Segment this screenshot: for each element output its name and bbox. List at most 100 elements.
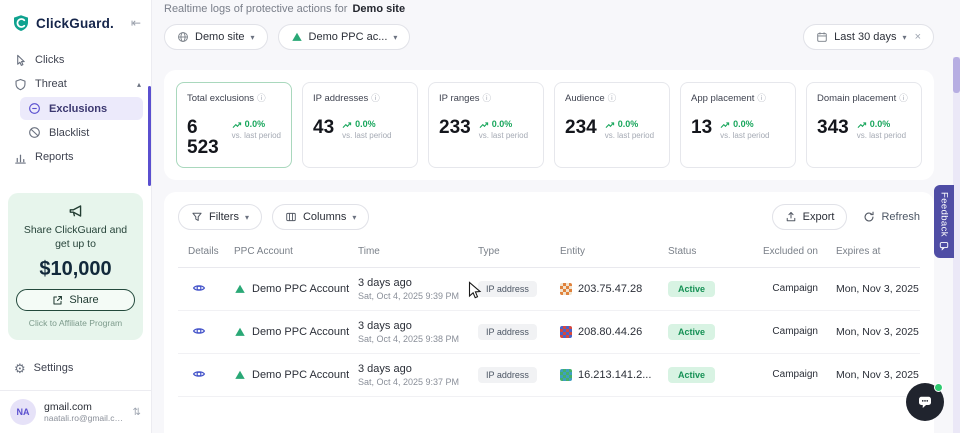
table-header: Details PPC Account Time Type Entity Sta… xyxy=(178,246,920,268)
page-subtitle: Realtime logs of protective actions for … xyxy=(164,0,934,15)
sidebar-item-reports[interactable]: Reports xyxy=(0,145,151,169)
ppc-account-cell: Demo PPC Account xyxy=(224,283,348,295)
sidebar-nav: Clicks Threat ▴ Exclusions Blacklist xyxy=(0,48,151,169)
stat-card[interactable]: IP ranges ⓘ 233 0.0% vs. last period xyxy=(428,82,544,168)
stat-trend: 0.0% vs. last period xyxy=(605,118,654,140)
shield-icon xyxy=(14,78,27,91)
ppc-account-icon xyxy=(234,283,246,295)
table-row: Demo PPC Account 3 days ago Sat, Oct 4, … xyxy=(178,311,920,354)
status-cell: Active xyxy=(658,281,748,297)
info-icon[interactable]: ⓘ xyxy=(757,92,766,104)
nav-label-clicks: Clicks xyxy=(35,54,64,66)
type-cell: IP address xyxy=(468,324,550,340)
stat-card[interactable]: Total exclusions ⓘ 6 523 0.0% vs. last p… xyxy=(176,82,292,168)
date-range-label: Last 30 days xyxy=(834,31,896,43)
stat-label-row: IP ranges ⓘ xyxy=(439,92,533,104)
time-relative: 3 days ago xyxy=(358,363,468,375)
filters-label: Filters xyxy=(209,211,239,223)
time-exact: Sat, Oct 4, 2025 9:39 PM xyxy=(358,291,468,301)
info-icon[interactable]: ⓘ xyxy=(371,92,380,104)
stat-card[interactable]: Domain placement ⓘ 343 0.0% vs. last per… xyxy=(806,82,922,168)
stat-value-row: 43 0.0% vs. last period xyxy=(313,118,407,140)
stat-change: 0.0% xyxy=(857,119,906,129)
logo-row: ClickGuard. ⇤ xyxy=(0,0,151,40)
logs-table-card: Filters ▾ Columns ▾ Export xyxy=(164,192,934,433)
ppc-account-icon xyxy=(291,31,303,43)
stat-value-row: 233 0.0% vs. last period xyxy=(439,118,533,140)
trend-up-icon xyxy=(720,120,730,129)
stat-trend: 0.0% vs. last period xyxy=(857,118,906,140)
sidebar-item-blacklist[interactable]: Blacklist xyxy=(20,121,143,144)
sidebar-item-threat[interactable]: Threat ▴ xyxy=(0,72,151,96)
view-details-button[interactable] xyxy=(190,365,208,383)
stat-card[interactable]: IP addresses ⓘ 43 0.0% vs. last period xyxy=(302,82,418,168)
export-icon xyxy=(785,211,797,223)
time-exact: Sat, Oct 4, 2025 9:38 PM xyxy=(358,334,468,344)
stat-change: 0.0% xyxy=(605,119,654,129)
affiliate-program-link[interactable]: Click to Affiliate Program xyxy=(16,318,135,328)
nav-label-threat: Threat xyxy=(35,78,67,90)
sidebar: ClickGuard. ⇤ Clicks Threat ▴ xyxy=(0,0,152,433)
info-icon[interactable]: ⓘ xyxy=(608,92,617,104)
refresh-button[interactable]: Refresh xyxy=(863,211,920,223)
time-relative: 3 days ago xyxy=(358,320,468,332)
stat-change: 0.0% xyxy=(232,119,281,129)
view-details-button[interactable] xyxy=(190,279,208,297)
details-cell xyxy=(178,279,224,298)
stat-label: Total exclusions xyxy=(187,93,254,104)
stat-card[interactable]: Audience ⓘ 234 0.0% vs. last period xyxy=(554,82,670,168)
stat-card[interactable]: App placement ⓘ 13 0.0% vs. last period xyxy=(680,82,796,168)
chevron-down-icon: ▾ xyxy=(251,33,255,42)
export-button[interactable]: Export xyxy=(772,204,848,230)
affiliate-promo-card: Share ClickGuard and get up to $10,000 S… xyxy=(8,193,143,340)
sidebar-item-exclusions[interactable]: Exclusions xyxy=(20,97,143,120)
time-relative: 3 days ago xyxy=(358,277,468,289)
trend-up-icon xyxy=(232,120,242,129)
sidebar-item-clicks[interactable]: Clicks xyxy=(0,48,151,72)
chat-widget-button[interactable] xyxy=(906,383,944,421)
stat-label: Audience xyxy=(565,93,605,104)
site-filter[interactable]: Demo site ▾ xyxy=(164,24,268,50)
promo-title-line1: Share ClickGuard and xyxy=(24,224,127,236)
scrollbar-thumb[interactable] xyxy=(953,57,960,93)
megaphone-icon xyxy=(16,203,135,219)
info-icon[interactable]: ⓘ xyxy=(257,92,266,104)
stat-value-row: 343 0.0% vs. last period xyxy=(817,118,911,140)
settings-label: Settings xyxy=(34,362,74,374)
date-range-filter[interactable]: Last 30 days ▾ × xyxy=(803,24,934,50)
filters-button[interactable]: Filters ▾ xyxy=(178,204,262,230)
sidebar-collapse-icon[interactable]: ⇤ xyxy=(131,16,141,30)
share-button[interactable]: Share xyxy=(16,289,135,311)
active-section-indicator xyxy=(148,86,151,186)
entity-cell: 208.80.44.26 xyxy=(550,326,658,338)
chevron-up-icon: ▴ xyxy=(137,80,141,89)
info-icon[interactable]: ⓘ xyxy=(899,92,908,104)
chevron-down-icon: ▾ xyxy=(903,33,907,42)
stat-label: Domain placement xyxy=(817,93,896,104)
view-details-button[interactable] xyxy=(190,322,208,340)
stats-summary: Total exclusions ⓘ 6 523 0.0% vs. last p… xyxy=(164,70,934,180)
col-time: Time xyxy=(348,246,468,259)
refresh-icon xyxy=(863,211,875,223)
feedback-tab[interactable]: Feedback xyxy=(934,185,954,258)
promo-amount: $10,000 xyxy=(16,258,135,281)
stat-trend: 0.0% vs. last period xyxy=(342,118,391,140)
stat-change-value: 0.0% xyxy=(245,119,266,129)
stat-label-row: Domain placement ⓘ xyxy=(817,92,911,104)
clear-date-icon[interactable]: × xyxy=(915,31,921,43)
account-filter[interactable]: Demo PPC ac... ▾ xyxy=(278,24,411,50)
trend-up-icon xyxy=(605,120,615,129)
scrollbar-track xyxy=(953,57,960,433)
account-filter-label: Demo PPC ac... xyxy=(309,31,388,43)
eye-icon xyxy=(192,367,206,381)
columns-button[interactable]: Columns ▾ xyxy=(272,204,369,230)
sidebar-item-settings[interactable]: ⚙ Settings xyxy=(0,356,151,380)
info-icon[interactable]: ⓘ xyxy=(483,92,492,104)
stat-period: vs. last period xyxy=(342,131,391,140)
ppc-account-name: Demo PPC Account xyxy=(252,326,349,338)
columns-icon xyxy=(285,211,297,223)
user-account[interactable]: NA gmail.com naatali.ro@gmail.com ⇅ xyxy=(0,390,151,433)
stat-change-value: 0.0% xyxy=(870,119,891,129)
col-excluded-on: Excluded on xyxy=(748,246,818,259)
type-cell: IP address xyxy=(468,367,550,383)
